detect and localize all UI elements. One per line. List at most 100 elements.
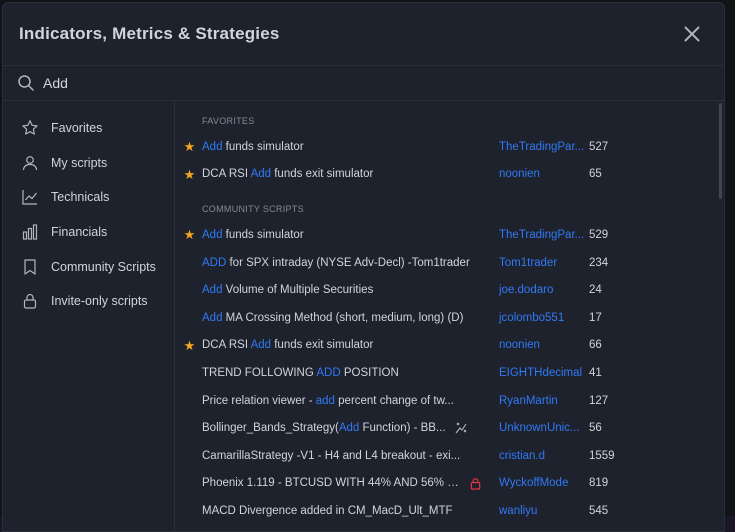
script-name-text: DCA RSI Add funds exit simulator (202, 168, 373, 180)
script-row[interactable]: Add MA Crossing Method (short, medium, l… (175, 304, 724, 332)
user-icon (21, 154, 39, 172)
script-row[interactable]: ★ DCA RSI Add funds exit simulator noonien… (175, 161, 724, 189)
name-suffix: Volume of Multiple Securities (222, 284, 374, 297)
results-panel: FAVORITES ★ Add funds simulator TheTrading… (175, 101, 724, 531)
name-highlight: ADD (316, 366, 341, 379)
script-name-text: ADD for SPX intraday (NYSE Adv-Decl) -To… (202, 257, 470, 269)
script-author-link[interactable]: cristian.d (482, 450, 589, 462)
script-name: Add funds simulator (202, 229, 482, 241)
community-list: ★ Add funds simulator TheTradingPar... 529 A… (175, 221, 724, 525)
name-prefix: TREND FOLLOWING (202, 366, 317, 379)
script-author-link[interactable]: WyckoffMode (482, 477, 589, 489)
lock-icon (21, 292, 39, 310)
script-name-text: TREND FOLLOWING ADD POSITION (202, 367, 399, 379)
name-suffix: for SPX intraday (NYSE Adv-Decl) -Tom1tr… (226, 256, 470, 269)
script-author-link[interactable]: TheTradingPar... (482, 141, 589, 153)
script-name: DCA RSI Add funds exit simulator (202, 339, 482, 351)
search-icon (18, 75, 34, 91)
script-author-link[interactable]: jcolombo551 (482, 312, 589, 324)
star-filled-icon[interactable]: ★ (184, 228, 196, 241)
name-suffix: funds exit simulator (271, 168, 374, 181)
name-highlight: Add (202, 311, 223, 324)
script-row[interactable]: ★ DCA RSI Add funds exit simulator noonien… (175, 332, 724, 360)
strategy-icon (454, 421, 468, 435)
script-row[interactable]: ★ Add funds simulator TheTradingPar... 529 (175, 221, 724, 249)
script-name: TREND FOLLOWING ADD POSITION (202, 367, 482, 379)
script-author-link[interactable]: wanliyu (482, 505, 589, 517)
script-name-text: CamarillaStrategy -V1 - H4 and L4 breako… (202, 450, 460, 462)
script-likes-count: 56 (589, 422, 602, 435)
indicators-dialog: Indicators, Metrics & Strategies Favorit… (2, 2, 725, 532)
name-highlight: Add (250, 339, 272, 352)
script-row[interactable]: Bollinger_Bands_Strategy(Add Function) -… (175, 414, 724, 442)
script-row[interactable]: TREND FOLLOWING ADD POSITION EIGHTHdecima… (175, 359, 724, 387)
script-row[interactable]: ADD for SPX intraday (NYSE Adv-Decl) -To… (175, 249, 724, 277)
script-author-link[interactable]: joe.dodaro (482, 284, 589, 296)
name-suffix: funds simulator (222, 228, 304, 241)
script-likes-count: 41 (589, 366, 602, 379)
section-label-community: COMMUNITY SCRIPTS (202, 204, 304, 215)
star-filled-icon[interactable]: ★ (184, 140, 196, 153)
script-row[interactable]: ★ Add funds simulator TheTradingPar... 527 (175, 133, 724, 161)
script-row[interactable]: MACD Divergence added in CM_MacD_Ult_MTF… (175, 497, 724, 525)
sidebar-item-invite-only-scripts[interactable]: Invite-only scripts (3, 284, 174, 319)
name-prefix: DCA RSI (202, 339, 251, 352)
script-row[interactable]: CamarillaStrategy -V1 - H4 and L4 breako… (175, 442, 724, 470)
name-prefix: Price relation viewer - (202, 394, 316, 407)
section-label-favorites: FAVORITES (202, 116, 255, 126)
star-filled-icon[interactable]: ★ (184, 339, 196, 352)
star-cell: ★ (175, 339, 202, 352)
sidebar-item-financials[interactable]: Financials (3, 215, 174, 250)
name-prefix: Bollinger_Bands_Strategy( (202, 422, 339, 435)
script-name: Add Volume of Multiple Securities (202, 284, 482, 296)
script-author-link[interactable]: noonien (482, 339, 589, 351)
script-name: Phoenix 1.119 - BTCUSD WITH 44% AND 56% … (202, 476, 482, 490)
dialog-title: Indicators, Metrics & Strategies (19, 24, 280, 43)
search-bar (3, 66, 724, 101)
sidebar-item-technicals[interactable]: Technicals (3, 180, 174, 215)
script-likes-count: 819 (589, 477, 609, 490)
script-likes-count: 127 (589, 394, 609, 407)
script-name: CamarillaStrategy -V1 - H4 and L4 breako… (202, 450, 482, 462)
sidebar: Favorites My scripts Technicals Financia… (3, 101, 175, 531)
close-icon[interactable] (680, 22, 704, 46)
name-suffix: MA Crossing Method (short, medium, long)… (222, 311, 464, 324)
scrollbar[interactable] (719, 103, 722, 199)
script-name: Bollinger_Bands_Strategy(Add Function) -… (202, 421, 482, 435)
sidebar-item-my-scripts[interactable]: My scripts (3, 146, 174, 181)
star-outline-icon (21, 119, 39, 137)
script-likes-count: 234 (589, 256, 609, 269)
script-author-link[interactable]: RyanMartin (482, 395, 589, 407)
sidebar-item-label: Invite-only scripts (51, 294, 148, 309)
name-suffix: POSITION (340, 366, 399, 379)
script-name: MACD Divergence added in CM_MacD_Ult_MTF (202, 505, 482, 517)
script-row[interactable]: Add Volume of Multiple Securities joe.dod… (175, 276, 724, 304)
dialog-body: Favorites My scripts Technicals Financia… (3, 101, 724, 531)
sidebar-item-label: Financials (51, 225, 108, 240)
script-likes-count: 66 (589, 339, 602, 352)
script-name-text: Add MA Crossing Method (short, medium, l… (202, 312, 463, 324)
script-name: Add funds simulator (202, 141, 482, 153)
script-row[interactable]: Price relation viewer - add percent chan… (175, 387, 724, 415)
script-author-link[interactable]: EIGHTHdecimal (482, 367, 589, 379)
favorites-list: ★ Add funds simulator TheTradingPar... 527 ★… (175, 133, 724, 188)
script-author-link[interactable]: Tom1trader (482, 257, 589, 269)
script-likes-count: 529 (589, 228, 609, 241)
name-prefix: DCA RSI (202, 168, 251, 181)
script-name-text: Bollinger_Bands_Strategy(Add Function) -… (202, 422, 446, 434)
script-author-link[interactable]: TheTradingPar... (482, 229, 589, 241)
script-author-link[interactable]: UnknownUnic... (482, 422, 589, 434)
name-highlight: ADD (202, 256, 227, 269)
sidebar-item-label: Community Scripts (51, 259, 156, 274)
search-input[interactable] (43, 75, 643, 91)
script-name: DCA RSI Add funds exit simulator (202, 168, 482, 180)
dialog-header: Indicators, Metrics & Strategies (3, 3, 724, 66)
sidebar-item-community-scripts[interactable]: Community Scripts (3, 249, 174, 284)
script-row[interactable]: Phoenix 1.119 - BTCUSD WITH 44% AND 56% … (175, 470, 724, 498)
script-name-text: Add funds simulator (202, 229, 304, 241)
star-filled-icon[interactable]: ★ (184, 168, 196, 181)
script-author-link[interactable]: noonien (482, 168, 589, 180)
name-suffix: Function) - BB... (359, 422, 446, 435)
script-name: Add MA Crossing Method (short, medium, l… (202, 312, 482, 324)
sidebar-item-favorites[interactable]: Favorites (3, 111, 174, 146)
